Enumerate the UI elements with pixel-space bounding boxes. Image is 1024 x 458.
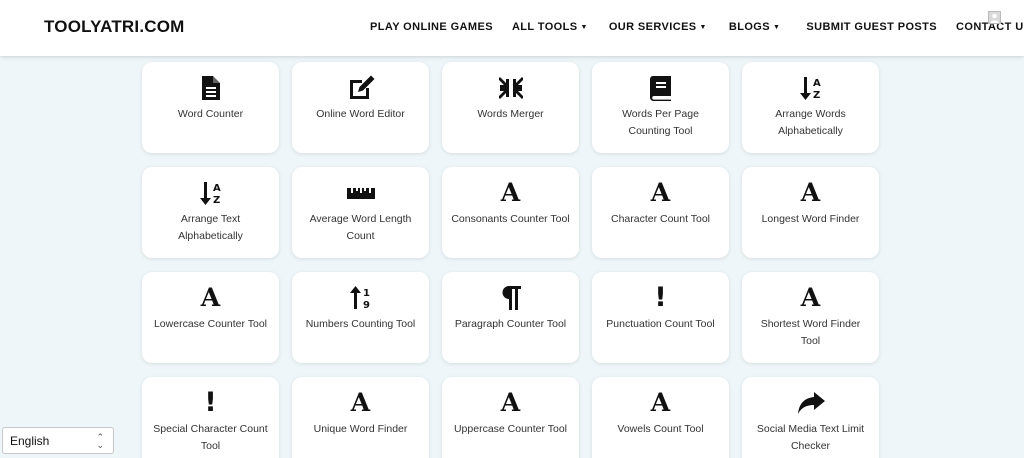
document-icon bbox=[142, 75, 279, 101]
caret-down-icon: ▼ bbox=[773, 23, 781, 31]
ruler-icon bbox=[292, 180, 429, 206]
tool-card-label: Words Per Page Counting Tool bbox=[622, 108, 699, 137]
tool-card[interactable]: A Vowels Count Tool bbox=[592, 377, 729, 458]
tool-card[interactable]: Word Counter bbox=[142, 62, 279, 153]
svg-text:A: A bbox=[813, 78, 821, 89]
tool-card[interactable]: A Character Count Tool bbox=[592, 167, 729, 258]
nav-item-all-tools[interactable]: ALL TOOLS ▼ bbox=[512, 21, 588, 33]
caret-down-icon: ▼ bbox=[699, 23, 707, 31]
letter-a-icon: A bbox=[500, 388, 521, 417]
nav-item-blogs[interactable]: BLOGS ▼ bbox=[729, 21, 780, 33]
tool-card-label: Character Count Tool bbox=[610, 213, 711, 225]
svg-text:Z: Z bbox=[813, 90, 820, 100]
language-select-value: English bbox=[10, 434, 50, 448]
nav-item-play-online-games[interactable]: PLAY ONLINE GAMES bbox=[370, 21, 493, 33]
tool-card[interactable]: Social Media Text Limit Checker bbox=[742, 377, 879, 458]
nav-item-our-services[interactable]: OUR SERVICES ▼ bbox=[609, 21, 707, 33]
svg-text:A: A bbox=[213, 183, 221, 194]
select-arrows-icon: ⌃ ⌄ bbox=[96, 432, 104, 450]
tool-card[interactable]: A Uppercase Counter Tool bbox=[442, 377, 579, 458]
tool-card-label: Unique Word Finder bbox=[313, 423, 408, 435]
paragraph-icon bbox=[442, 285, 579, 311]
nav-item-label: OUR SERVICES bbox=[608, 21, 697, 33]
tool-card-label: Longest Word Finder bbox=[761, 213, 860, 225]
tool-card-label: Arrange Text Alphabetically bbox=[178, 213, 243, 242]
exclamation-icon: ! bbox=[204, 387, 217, 418]
letter-a-icon: A bbox=[350, 388, 371, 417]
svg-text:1: 1 bbox=[363, 288, 370, 299]
sort-alpha-icon: AZ bbox=[142, 180, 279, 206]
nav-item-label: PLAY ONLINE GAMES bbox=[370, 21, 493, 33]
tool-card[interactable]: 1 9 Numbers Counting Tool bbox=[292, 272, 429, 363]
tool-card-label: Average Word Length Count bbox=[309, 213, 412, 242]
user-icon[interactable] bbox=[988, 11, 1001, 24]
svg-text:Z: Z bbox=[213, 195, 220, 205]
edit-icon bbox=[292, 75, 429, 101]
nav-item-label: BLOGS bbox=[728, 21, 771, 33]
tool-card[interactable]: A Longest Word Finder bbox=[742, 167, 879, 258]
sort-alpha-icon: AZ bbox=[742, 75, 879, 101]
svg-text:9: 9 bbox=[363, 300, 370, 310]
tool-card[interactable]: Words Per Page Counting Tool bbox=[592, 62, 729, 153]
sort-numeric-icon: 19 bbox=[292, 285, 429, 311]
tool-card[interactable]: A Unique Word Finder bbox=[292, 377, 429, 458]
compress-icon bbox=[442, 75, 579, 101]
letter-a-icon: A bbox=[800, 283, 821, 312]
tool-card-label: Social Media Text Limit Checker bbox=[756, 423, 865, 452]
main-nav: PLAY ONLINE GAMES ALL TOOLS ▼ OUR SERVICES ▼… bbox=[370, 21, 1024, 33]
tool-card[interactable]: ! Punctuation Count Tool bbox=[592, 272, 729, 363]
tool-card-label: Arrange Words Alphabetically bbox=[775, 108, 846, 137]
letter-a-icon: A bbox=[800, 178, 821, 207]
tool-card[interactable]: Paragraph Counter Tool bbox=[442, 272, 579, 363]
tool-card-label: Word Counter bbox=[177, 108, 244, 120]
tool-card[interactable]: A Consonants Counter Tool bbox=[442, 167, 579, 258]
nav-item-label: SUBMIT GUEST POSTS bbox=[806, 21, 938, 33]
tool-card-label: Special Character Count Tool bbox=[153, 423, 268, 452]
book-icon bbox=[592, 75, 729, 101]
site-logo[interactable]: TOOLYATRI.COM bbox=[44, 17, 185, 37]
tool-card-label: Shortest Word Finder Tool bbox=[760, 318, 861, 347]
nav-item-submit-guest-posts[interactable]: SUBMIT GUEST POSTS bbox=[806, 21, 937, 33]
tool-card-label: Online Word Editor bbox=[316, 108, 405, 120]
letter-a-icon: A bbox=[650, 388, 671, 417]
tool-card[interactable]: A Shortest Word Finder Tool bbox=[742, 272, 879, 363]
tool-card[interactable]: A Z Arrange Words Alphabetically bbox=[742, 62, 879, 153]
tool-card-label: Lowercase Counter Tool bbox=[153, 318, 268, 330]
language-select[interactable]: English ⌃ ⌄ bbox=[2, 427, 114, 454]
exclamation-icon: ! bbox=[654, 282, 667, 313]
tool-card[interactable]: A Lowercase Counter Tool bbox=[142, 272, 279, 363]
nav-item-label: ALL TOOLS bbox=[511, 21, 578, 33]
tool-card[interactable]: Average Word Length Count bbox=[292, 167, 429, 258]
tool-card-label: Uppercase Counter Tool bbox=[453, 423, 568, 435]
tool-card[interactable]: Online Word Editor bbox=[292, 62, 429, 153]
letter-a-icon: A bbox=[500, 178, 521, 207]
tool-card[interactable]: ! Special Character Count Tool bbox=[142, 377, 279, 458]
tool-card-label: Punctuation Count Tool bbox=[606, 318, 715, 330]
share-icon bbox=[742, 390, 879, 416]
caret-down-icon: ▼ bbox=[580, 23, 588, 31]
tool-card-label: Numbers Counting Tool bbox=[305, 318, 416, 330]
tool-card[interactable]: Words Merger bbox=[442, 62, 579, 153]
letter-a-icon: A bbox=[200, 283, 221, 312]
site-header: TOOLYATRI.COM PLAY ONLINE GAMES ALL TOOLS… bbox=[0, 0, 1024, 56]
letter-a-icon: A bbox=[650, 178, 671, 207]
tool-card-label: Words Merger bbox=[477, 108, 544, 120]
tool-card-label: Vowels Count Tool bbox=[617, 423, 704, 435]
tool-card-label: Paragraph Counter Tool bbox=[454, 318, 567, 330]
tool-card-label: Consonants Counter Tool bbox=[451, 213, 570, 225]
tool-card[interactable]: A Z Arrange Text Alphabetically bbox=[142, 167, 279, 258]
